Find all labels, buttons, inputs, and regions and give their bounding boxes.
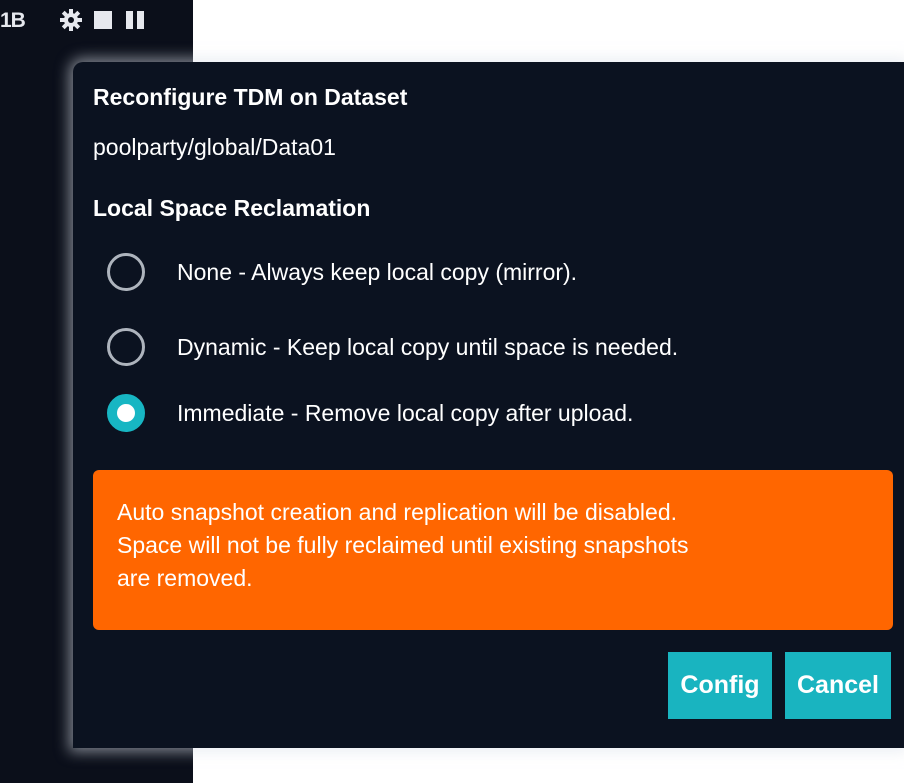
size-readout: 1B <box>0 9 26 32</box>
reconfigure-tdm-dialog: Reconfigure TDM on Dataset poolparty/glo… <box>73 62 904 748</box>
radio-option-immediate[interactable]: Immediate - Remove local copy after uplo… <box>107 393 633 433</box>
cancel-button[interactable]: Cancel <box>785 652 891 719</box>
radio-button-dynamic[interactable] <box>107 328 145 366</box>
warning-line: Space will not be fully reclaimed until … <box>117 532 689 558</box>
section-heading: Local Space Reclamation <box>93 195 371 221</box>
warning-line: are removed. <box>117 565 253 591</box>
warning-line: Auto snapshot creation and replication w… <box>117 499 678 525</box>
radio-label-none: None - Always keep local copy (mirror). <box>177 258 578 285</box>
config-button[interactable]: Config <box>668 652 772 719</box>
warning-message: Auto snapshot creation and replication w… <box>93 470 893 630</box>
radio-option-dynamic[interactable]: Dynamic - Keep local copy until space is… <box>107 327 678 367</box>
radio-button-immediate[interactable] <box>107 394 145 432</box>
radio-option-none[interactable]: None - Always keep local copy (mirror). <box>107 252 577 292</box>
pause-icon[interactable] <box>124 9 146 31</box>
radio-label-dynamic: Dynamic - Keep local copy until space is… <box>177 333 679 360</box>
dialog-title: Reconfigure TDM on Dataset <box>93 84 408 110</box>
stop-icon[interactable] <box>92 9 114 31</box>
radio-button-none[interactable] <box>107 253 145 291</box>
top-toolbar: 1B <box>0 0 193 40</box>
radio-label-immediate: Immediate - Remove local copy after uplo… <box>177 399 634 426</box>
gear-icon[interactable] <box>60 9 82 31</box>
dataset-path: poolparty/global/Data01 <box>93 134 336 160</box>
